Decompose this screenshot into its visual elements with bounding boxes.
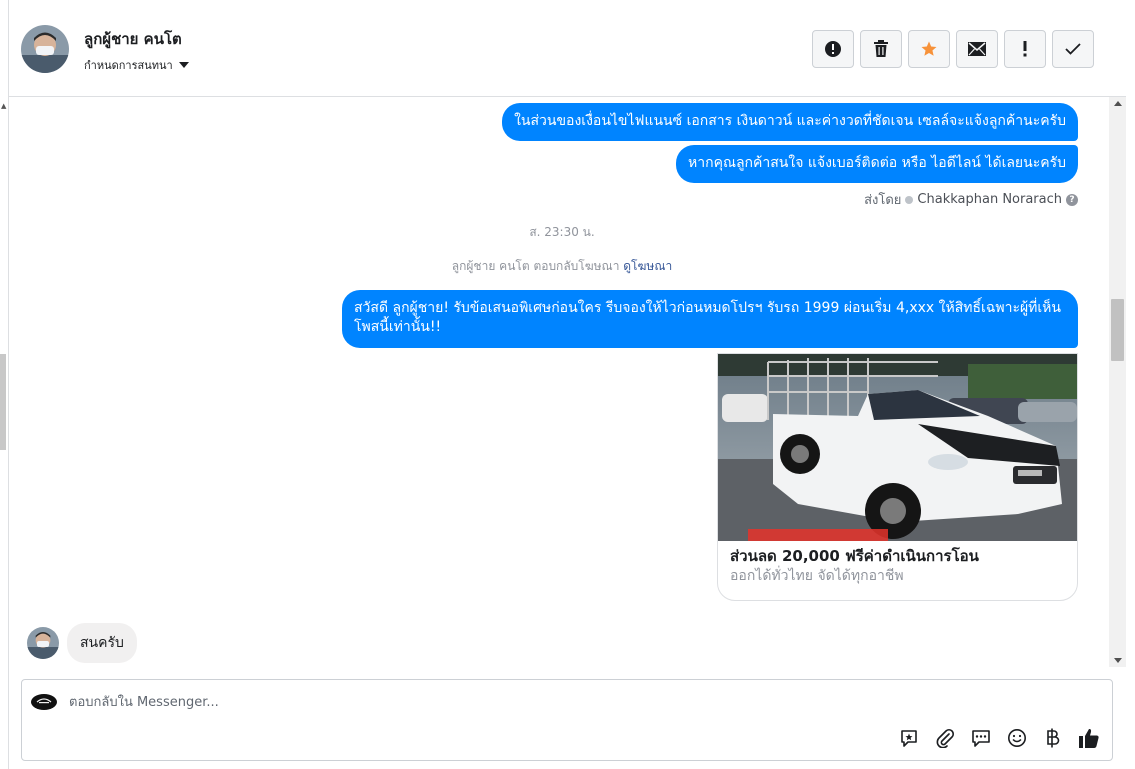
check-icon — [1065, 43, 1081, 55]
ad-card[interactable]: ส่วนลด 20,000 ฟรีค่าดำเนินการโอน ออกได้ท… — [717, 353, 1078, 601]
ad-image — [718, 354, 1077, 541]
mark-spam-button[interactable] — [812, 30, 854, 68]
chat-bubble-icon — [972, 730, 990, 747]
composer-tools — [898, 727, 1100, 749]
incoming-message-row: สนครับ — [27, 623, 137, 663]
mark-done-button[interactable] — [1052, 30, 1094, 68]
contact-avatar-small[interactable] — [27, 627, 59, 659]
left-scroll-thumb[interactable] — [0, 354, 6, 450]
caret-down-icon — [178, 62, 189, 68]
thread-scrollbar[interactable] — [1109, 97, 1126, 667]
outgoing-message[interactable]: หากคุณลูกค้าสนใจ แจ้งเบอร์ติดต่อ หรือ ไอ… — [676, 145, 1078, 183]
sender-name[interactable]: Chakkaphan Norarach — [917, 192, 1062, 207]
help-icon[interactable]: ? — [1066, 193, 1078, 206]
scroll-up-arrow-icon[interactable] — [1114, 101, 1122, 106]
star-icon — [921, 41, 937, 56]
delete-button[interactable] — [860, 30, 902, 68]
page-logo-icon — [31, 694, 57, 710]
saved-reply-icon — [901, 730, 917, 747]
payment-button[interactable] — [1042, 727, 1064, 749]
exclamation-icon — [1023, 41, 1027, 57]
view-ad-link[interactable]: ดูโฆษณา — [623, 259, 672, 273]
baht-icon — [1047, 728, 1060, 748]
star-button[interactable] — [908, 30, 950, 68]
reply-composer — [21, 679, 1113, 761]
ad-message[interactable]: สวัสดี ลูกผู้ชาย! รับข้อเสนอพิเศษก่อนใคร… — [342, 290, 1078, 348]
verified-dot-icon — [905, 195, 914, 204]
sent-by-line: ส่งโดย Chakkaphan Norarach ? — [864, 189, 1078, 210]
follow-up-button[interactable] — [1004, 30, 1046, 68]
chat-button[interactable] — [970, 727, 992, 749]
conversation-header: ลูกผู้ชาย คนโต กำหนดการสนทนา — [9, 0, 1126, 97]
scroll-thumb[interactable] — [1111, 299, 1124, 361]
message-timestamp: ส. 23:30 น. — [529, 225, 595, 239]
saved-reply-button[interactable] — [898, 727, 920, 749]
mark-unread-button[interactable] — [956, 30, 998, 68]
alert-circle-icon — [825, 41, 841, 57]
envelope-icon — [968, 42, 986, 56]
message-thread[interactable]: ในส่วนของเงื่อนไขไฟแนนซ์ เอกสาร เงินดาวน… — [9, 97, 1109, 667]
scroll-down-arrow-icon[interactable] — [1114, 658, 1122, 663]
paperclip-icon — [936, 728, 955, 748]
contact-name[interactable]: ลูกผู้ชาย คนโต — [84, 27, 182, 51]
emoji-button[interactable] — [1006, 727, 1028, 749]
conversation-actions — [812, 30, 1094, 68]
contact-avatar[interactable] — [21, 25, 69, 73]
sent-by-label: ส่งโดย — [864, 193, 902, 208]
conversation-settings-label: กำหนดการสนทนา — [84, 59, 173, 72]
thumbs-up-icon — [1079, 728, 1099, 748]
ad-reply-notice: ลูกผู้ชาย คนโต ตอบกลับโฆษณา ดูโฆษณา — [9, 257, 1109, 276]
ad-reply-text: ลูกผู้ชาย คนโต ตอบกลับโฆษณา — [451, 259, 620, 273]
trash-icon — [874, 40, 888, 57]
incoming-message[interactable]: สนครับ — [67, 623, 137, 663]
reply-input[interactable] — [69, 692, 869, 712]
ad-subtitle: ออกได้ทั่วไทย จัดได้ทุกอาชีพ — [730, 568, 904, 584]
left-edge-strip: ▲ — [0, 0, 9, 769]
attach-button[interactable] — [934, 727, 956, 749]
left-scroll-arrow-icon: ▲ — [1, 102, 7, 110]
outgoing-message[interactable]: ในส่วนของเงื่อนไขไฟแนนซ์ เอกสาร เงินดาวน… — [502, 103, 1078, 141]
smiley-icon — [1008, 729, 1026, 747]
conversation-settings-dropdown[interactable]: กำหนดการสนทนา — [84, 56, 189, 74]
like-button[interactable] — [1078, 727, 1100, 749]
